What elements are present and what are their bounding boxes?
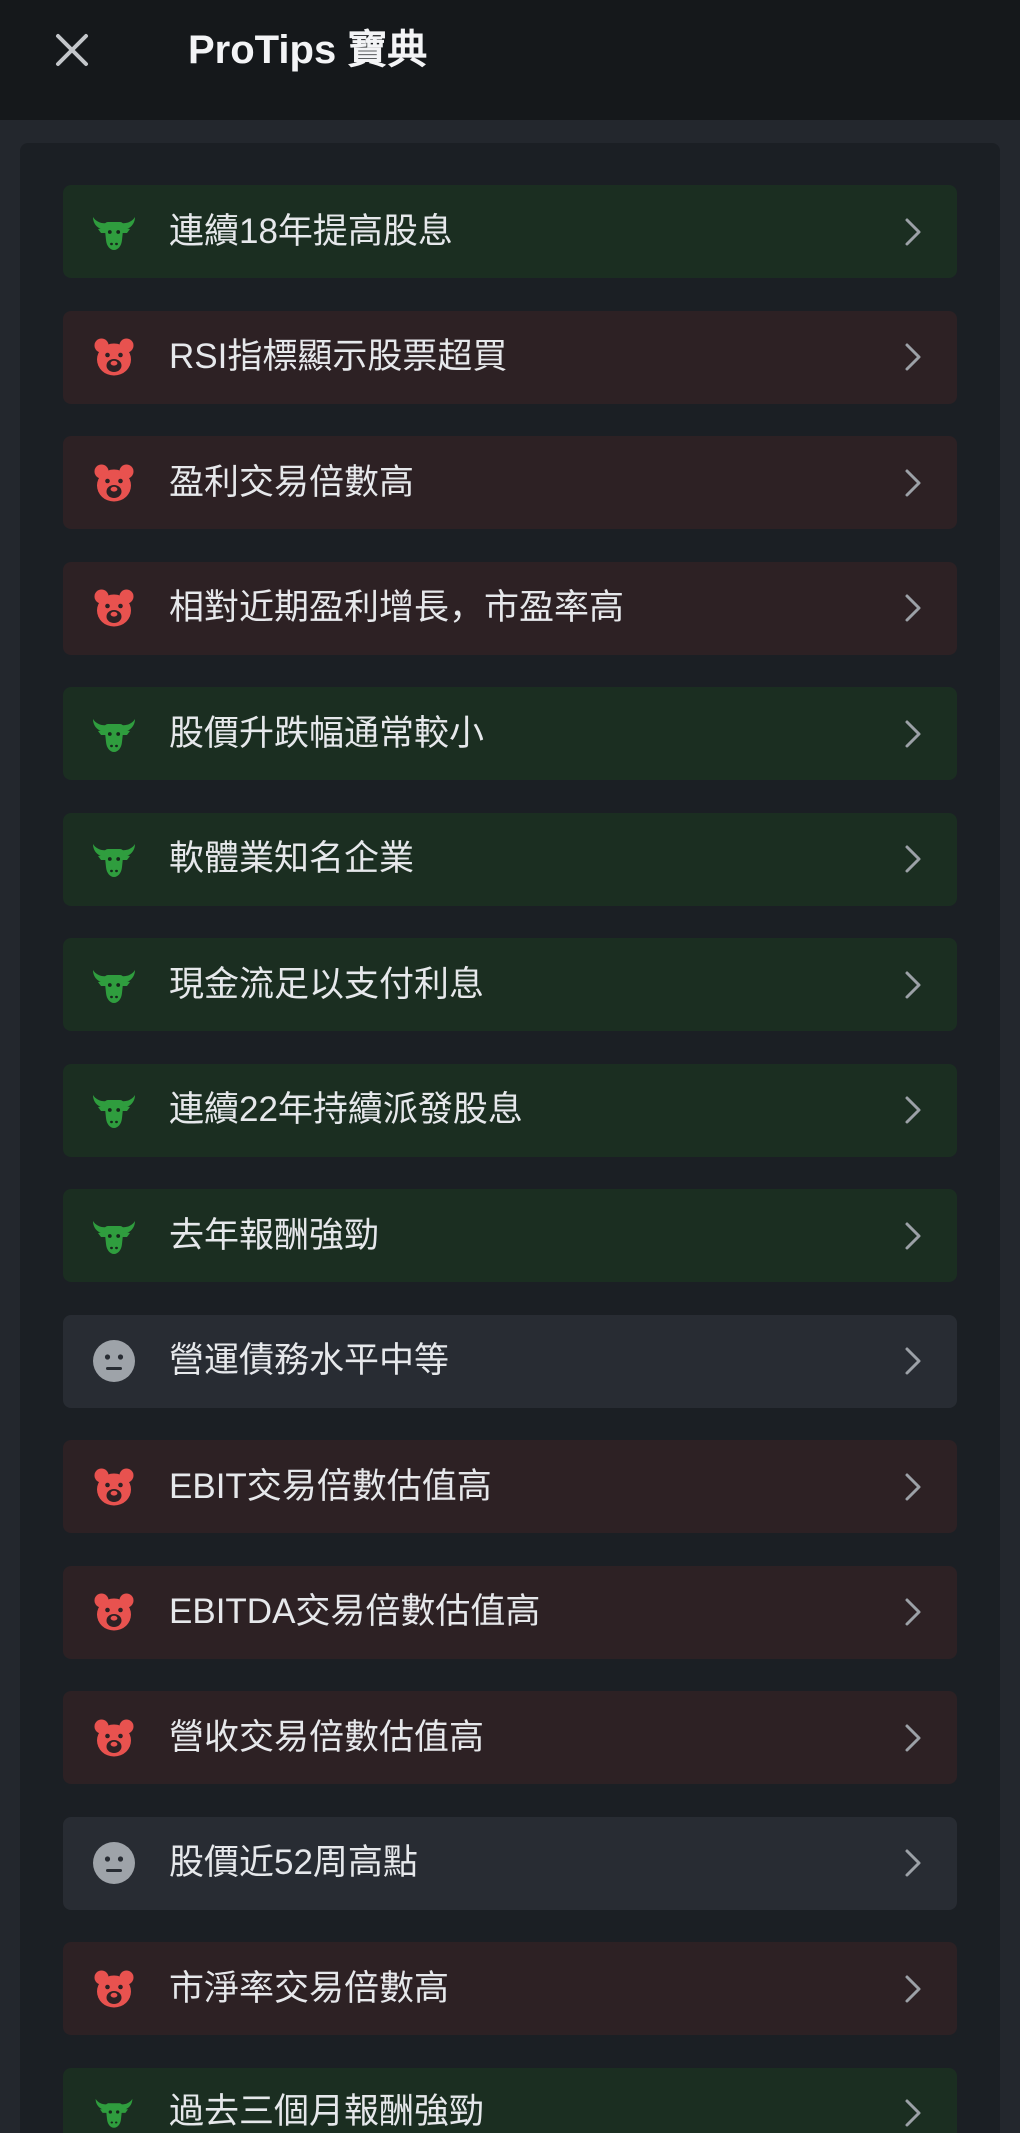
bear-icon xyxy=(90,1965,138,2013)
neutral-face-icon xyxy=(90,1839,138,1887)
protip-label: 軟體業知名企業 xyxy=(169,839,415,878)
neutral-face-icon xyxy=(90,1337,138,1385)
chevron-right-icon xyxy=(903,1095,923,1125)
protip-label: 股價升跌幅通常較小 xyxy=(169,713,485,753)
protip-label: RSI指標顯示股票超買 xyxy=(169,337,508,376)
bull-icon xyxy=(90,710,138,758)
bear-icon xyxy=(90,1463,138,1511)
chevron-right-icon xyxy=(903,1597,923,1627)
protip-label: 營收交易倍數估值高 xyxy=(169,1717,485,1757)
bull-icon xyxy=(90,1212,138,1260)
bear-icon xyxy=(90,459,138,507)
protip-label: EBIT交易倍數估值高 xyxy=(169,1466,492,1506)
protip-label: 相對近期盈利增長，市盈率高 xyxy=(169,588,625,627)
protips-screen: ProTips 寶典 連續18年提高股息 RSI指標顯示股票超買 盈利交易倍數高… xyxy=(0,0,1020,2133)
protip-item[interactable]: 市淨率交易倍數高 xyxy=(63,1942,957,2035)
protip-item[interactable]: RSI指標顯示股票超買 xyxy=(63,310,957,404)
protip-item[interactable]: EBITDA交易倍數估值高 xyxy=(63,1565,957,1659)
protip-label: 盈利交易倍數高 xyxy=(169,462,415,502)
protip-item[interactable]: 盈利交易倍數高 xyxy=(63,436,957,529)
protip-item[interactable]: 股價近52周高點 xyxy=(63,1816,957,1910)
protip-item[interactable]: 連續18年提高股息 xyxy=(63,185,957,278)
chevron-right-icon xyxy=(903,593,923,623)
chevron-right-icon xyxy=(903,844,923,874)
protip-item[interactable]: 股價升跌幅通常較小 xyxy=(63,687,957,780)
protip-label: 營運債務水平中等 xyxy=(169,1341,450,1380)
page-title: ProTips 寶典 xyxy=(188,28,428,72)
chevron-right-icon xyxy=(903,719,923,749)
protip-label: 市淨率交易倍數高 xyxy=(169,1968,450,2008)
chevron-right-icon xyxy=(903,970,923,1000)
chevron-right-icon xyxy=(903,1221,923,1251)
bull-icon xyxy=(93,2091,135,2133)
protip-label: 連續22年持續派發股息 xyxy=(169,1090,523,1129)
protip-item[interactable]: 相對近期盈利增長，市盈率高 xyxy=(63,561,957,655)
protip-item[interactable]: 營運債務水平中等 xyxy=(63,1314,957,1408)
chevron-right-icon xyxy=(903,1974,923,2004)
bear-icon xyxy=(90,1714,138,1762)
protip-item[interactable]: 營收交易倍數估值高 xyxy=(63,1691,957,1784)
protips-panel: 連續18年提高股息 RSI指標顯示股票超買 盈利交易倍數高 相對近期盈利增長，市… xyxy=(20,143,1000,2133)
protip-item[interactable]: 軟體業知名企業 xyxy=(63,812,957,906)
protip-label: 股價近52周高點 xyxy=(169,1843,418,1882)
chevron-right-icon xyxy=(903,342,923,372)
header-bar: ProTips 寶典 xyxy=(0,0,1020,120)
bear-icon xyxy=(90,1588,138,1636)
protip-label: 去年報酬強勁 xyxy=(169,1215,380,1255)
close-icon xyxy=(56,34,88,66)
protip-label: 現金流足以支付利息 xyxy=(169,964,485,1004)
chevron-right-icon xyxy=(903,468,923,498)
bear-icon xyxy=(90,584,138,632)
close-button[interactable] xyxy=(42,20,102,80)
protip-label: 過去三個月報酬強勁 xyxy=(169,2091,485,2131)
bull-icon xyxy=(90,208,138,256)
protip-item[interactable]: EBIT交易倍數估值高 xyxy=(63,1440,957,1533)
bull-icon xyxy=(90,1086,138,1134)
protip-item[interactable]: 連續22年持續派發股息 xyxy=(63,1063,957,1157)
chevron-right-icon xyxy=(903,2098,923,2128)
bull-icon xyxy=(90,961,138,1009)
chevron-right-icon xyxy=(903,1723,923,1753)
protips-list: 連續18年提高股息 RSI指標顯示股票超買 盈利交易倍數高 相對近期盈利增長，市… xyxy=(63,185,957,2133)
bear-icon xyxy=(90,333,138,381)
protip-item[interactable]: 去年報酬強勁 xyxy=(63,1189,957,1282)
bull-icon xyxy=(90,835,138,883)
protip-item[interactable]: 過去三個月報酬強勁 xyxy=(63,2067,957,2133)
protip-label: 連續18年提高股息 xyxy=(169,211,453,251)
protip-item[interactable]: 現金流足以支付利息 xyxy=(63,938,957,1031)
protip-label: EBITDA交易倍數估值高 xyxy=(169,1592,541,1631)
chevron-right-icon xyxy=(903,1472,923,1502)
chevron-right-icon xyxy=(903,217,923,247)
chevron-right-icon xyxy=(903,1346,923,1376)
chevron-right-icon xyxy=(903,1848,923,1878)
